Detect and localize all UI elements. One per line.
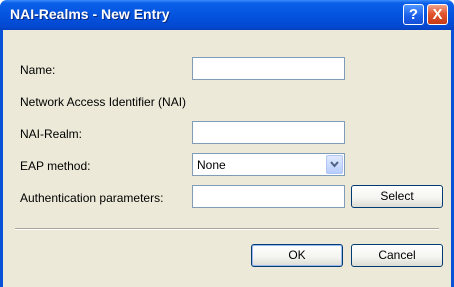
eap-method-value: None — [197, 158, 226, 172]
window-title: NAI-Realms - New Entry — [10, 6, 170, 22]
name-label: Name: — [20, 63, 56, 77]
nai-section-label: Network Access Identifier (NAI) — [20, 95, 187, 109]
dropdown-button[interactable] — [326, 155, 343, 174]
title-bar[interactable]: NAI-Realms - New Entry ? X — [0, 0, 454, 30]
ok-button[interactable]: OK — [251, 244, 343, 267]
auth-params-input[interactable] — [192, 185, 345, 208]
divider — [15, 228, 439, 230]
cancel-button[interactable]: Cancel — [351, 244, 443, 267]
help-button[interactable]: ? — [403, 4, 424, 25]
chevron-down-icon — [330, 161, 339, 168]
eap-method-label: EAP method: — [20, 159, 91, 173]
nai-realm-label: NAI-Realm: — [20, 127, 83, 141]
nai-realm-input[interactable] — [192, 121, 345, 144]
close-button[interactable]: X — [427, 4, 448, 25]
help-icon: ? — [408, 6, 419, 23]
name-input[interactable] — [192, 57, 345, 80]
dialog-body: Name: Network Access Identifier (NAI) NA… — [3, 30, 451, 287]
select-button[interactable]: Select — [351, 185, 443, 208]
eap-method-select[interactable]: None — [192, 153, 345, 176]
close-icon: X — [432, 6, 443, 23]
auth-params-label: Authentication parameters: — [20, 191, 164, 205]
dialog-window: NAI-Realms - New Entry ? X Name: Network… — [0, 0, 454, 287]
